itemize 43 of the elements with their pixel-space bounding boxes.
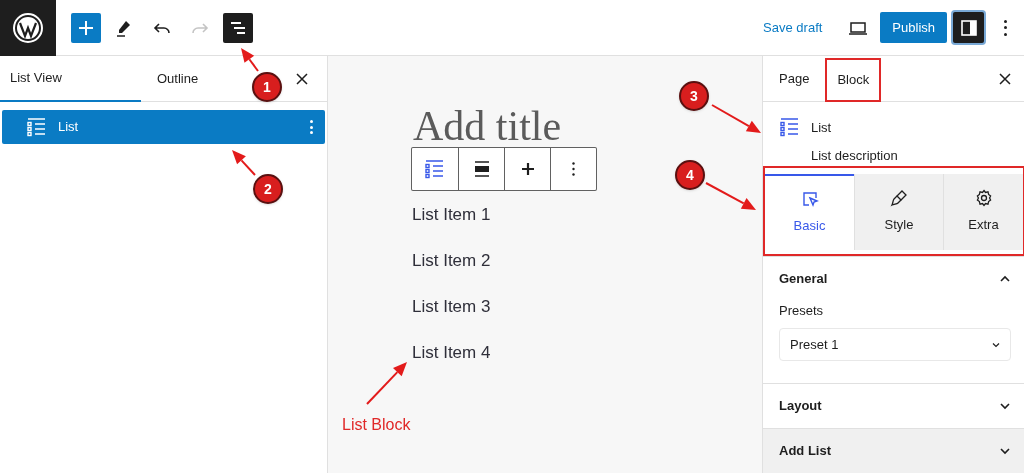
panel-tab[interactable]: List View <box>0 55 141 102</box>
block-name: List <box>811 119 833 137</box>
list-item-text[interactable]: List Item 2 <box>412 249 491 273</box>
panel-tab[interactable]: Outline <box>155 55 201 102</box>
chevron-down-icon <box>992 340 1000 349</box>
list-icon <box>424 158 446 180</box>
annotation-arrow <box>241 48 259 72</box>
block-description: List description <box>811 146 898 165</box>
list-block-icon <box>26 116 48 138</box>
sidebar-tab[interactable]: Block <box>829 60 878 99</box>
sidebar-icon <box>958 17 979 38</box>
title-placeholder[interactable]: Add title <box>413 105 562 147</box>
panel-header[interactable]: Layout <box>763 384 1024 428</box>
preset-select[interactable]: Preset 1 <box>779 328 1011 361</box>
style-tab[interactable]: Extra <box>943 173 1023 250</box>
annotation-arrow <box>366 362 407 405</box>
list-item-text[interactable]: List Item 1 <box>412 203 491 227</box>
save-draft-link[interactable]: Save draft <box>763 17 823 38</box>
list-block-icon <box>779 116 801 138</box>
close-icon[interactable] <box>295 71 309 86</box>
list-item-text[interactable]: List Item 3 <box>412 295 491 319</box>
more-icon <box>572 162 575 176</box>
panel-header[interactable]: General <box>763 256 1024 301</box>
annotation-arrow <box>711 104 761 133</box>
options-icon[interactable] <box>310 120 313 134</box>
annotation-caption: List Block <box>342 415 411 435</box>
publish-button[interactable]: Publish <box>880 12 947 43</box>
close-icon[interactable] <box>999 72 1011 85</box>
field-label: Presets <box>779 301 825 320</box>
style-tab[interactable]: Style <box>854 173 943 250</box>
cursor-square-icon <box>800 189 819 208</box>
wordpress-logo[interactable] <box>0 0 56 56</box>
list-item-text[interactable]: List Item 4 <box>412 341 491 365</box>
list-view-button[interactable] <box>223 12 253 43</box>
panel-header[interactable]: Add List <box>763 429 1024 473</box>
settings-sidebar-toggle[interactable] <box>953 12 984 43</box>
brush-icon <box>890 188 908 207</box>
list-view-item[interactable]: List <box>2 110 325 144</box>
sidebar-tab[interactable]: Page <box>771 55 818 102</box>
annotation-arrow <box>232 150 256 176</box>
annotation-arrow <box>705 182 756 210</box>
add-block-button[interactable] <box>71 12 101 43</box>
gear-icon <box>974 188 993 207</box>
